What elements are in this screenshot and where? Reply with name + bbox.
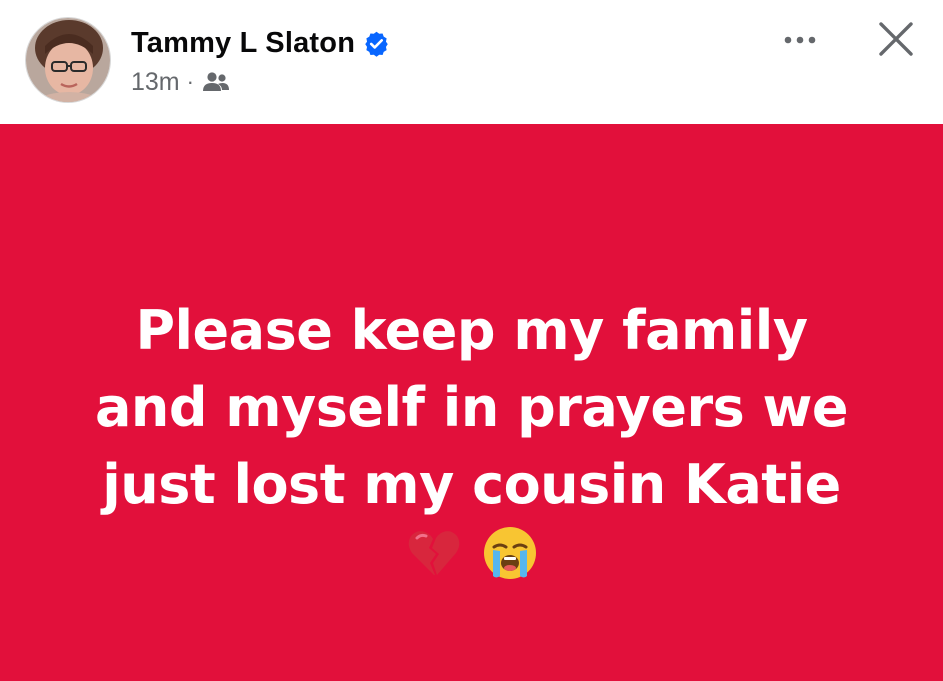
author-name[interactable]: Tammy L Slaton — [131, 27, 355, 60]
author-avatar[interactable] — [25, 17, 111, 103]
close-icon[interactable] — [870, 17, 922, 63]
friends-icon[interactable] — [202, 71, 230, 93]
facebook-post: Tammy L Slaton 13m · Please keep my fami… — [0, 0, 943, 681]
status-text: Please keep my family and myself in pray… — [40, 292, 903, 523]
status-background: Please keep my family and myself in pray… — [0, 124, 943, 681]
status-line: Please keep my family — [135, 299, 808, 362]
author-row: Tammy L Slaton — [131, 24, 390, 62]
status-line: and myself in prayers we — [94, 376, 849, 439]
meta-separator: · — [186, 69, 194, 94]
post-header: Tammy L Slaton 13m · — [0, 0, 943, 124]
post-meta: 13m · — [131, 66, 230, 98]
post-timestamp[interactable]: 13m — [131, 68, 180, 97]
status-line: just lost my cousin Katie — [102, 453, 841, 516]
more-options-icon[interactable] — [776, 26, 826, 54]
loudly-crying-face-emoji — [481, 524, 539, 582]
emoji-row — [0, 524, 943, 582]
verified-badge-icon — [363, 30, 390, 57]
broken-heart-emoji — [405, 524, 463, 582]
